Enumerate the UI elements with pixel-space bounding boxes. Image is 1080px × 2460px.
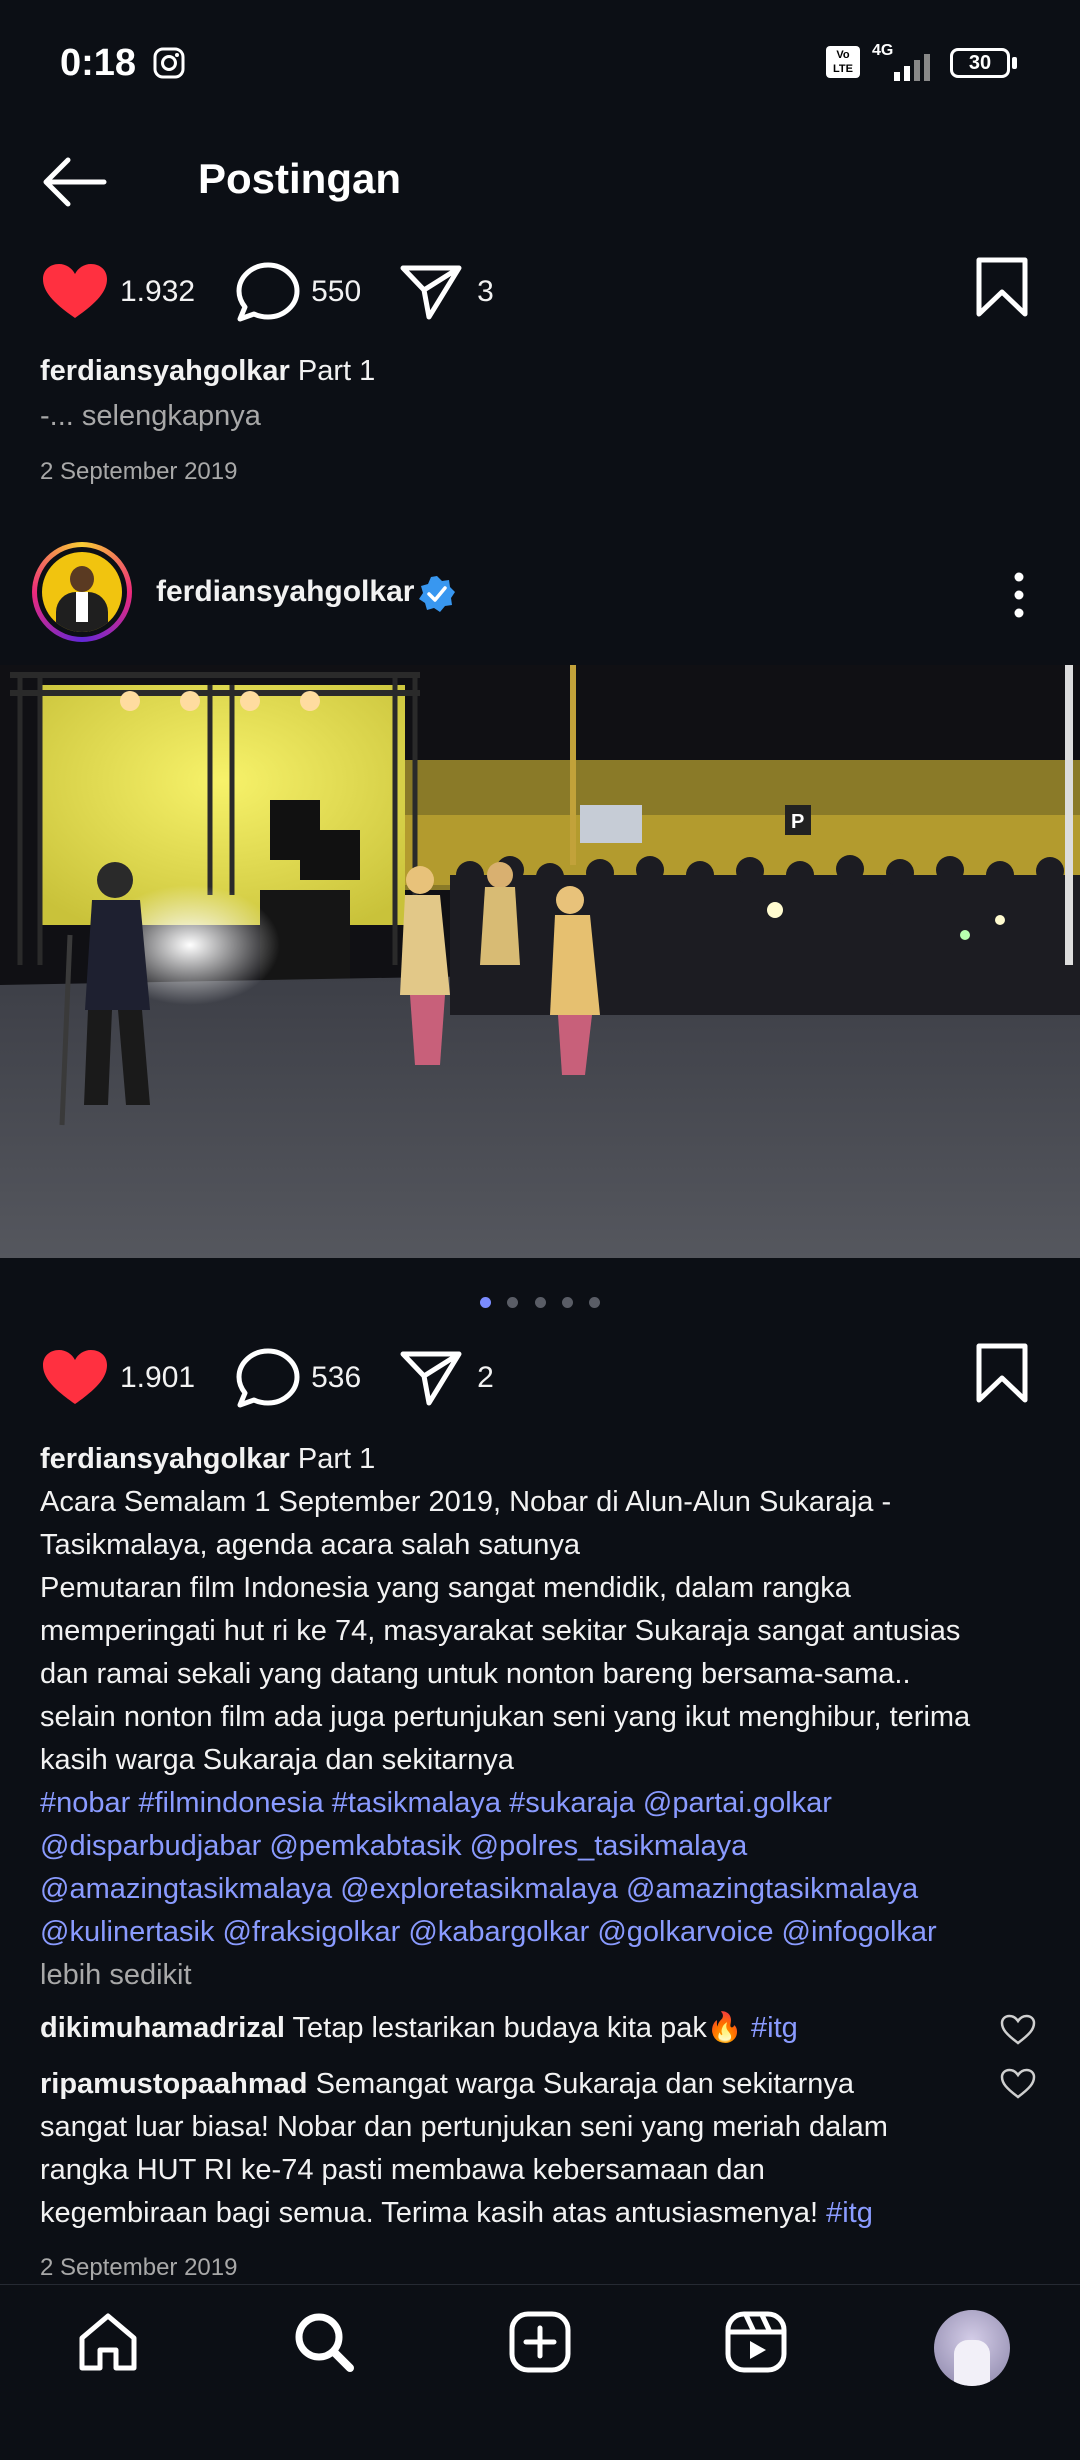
volte-icon: Vo LTE bbox=[826, 46, 860, 78]
caption-line: Pemutaran film Indonesia yang sangat men… bbox=[40, 1572, 851, 1604]
svg-text:P: P bbox=[791, 811, 804, 833]
caption-line: memperingati hut ri ke 74, masyarakat se… bbox=[40, 1615, 961, 1647]
avatar[interactable] bbox=[42, 552, 122, 632]
carousel-dot-2 bbox=[507, 1297, 519, 1308]
bookmark-icon[interactable] bbox=[974, 1342, 1030, 1404]
like-heart-icon[interactable] bbox=[40, 1348, 110, 1408]
profile-avatar[interactable] bbox=[934, 2310, 1010, 2386]
verified-badge-icon bbox=[419, 576, 455, 612]
comment-like-icon[interactable] bbox=[1000, 2068, 1036, 2100]
top-post-actions: 1.932 550 3 bbox=[40, 262, 494, 322]
top-post-caption: ferdiansyahgolkar Part 1 bbox=[40, 355, 375, 388]
comment-count[interactable]: 536 bbox=[311, 1361, 361, 1395]
search-icon[interactable] bbox=[292, 2310, 356, 2374]
carousel-dot-1 bbox=[479, 1297, 491, 1308]
comment-like-icon[interactable] bbox=[1000, 2014, 1036, 2046]
like-count[interactable]: 1.932 bbox=[120, 275, 195, 309]
comment-text: sangat luar biasa! Nobar dan pertunjukan… bbox=[40, 2111, 888, 2143]
event-photo: P bbox=[0, 665, 1080, 1258]
battery-level: 30 bbox=[968, 52, 992, 74]
hashtag-line[interactable]: @amazingtasikmalaya @exploretasikmalaya … bbox=[40, 1868, 1050, 1911]
comment-username[interactable]: ripamustopaahmad bbox=[40, 2068, 308, 2100]
status-time: 0:18 bbox=[60, 42, 137, 84]
battery-icon: 30 bbox=[950, 48, 1010, 78]
share-send-icon[interactable] bbox=[399, 263, 463, 321]
more-options-icon[interactable] bbox=[1004, 570, 1034, 620]
home-icon[interactable] bbox=[76, 2310, 140, 2374]
signal-icon bbox=[894, 54, 930, 81]
avatar-story-ring[interactable] bbox=[32, 542, 132, 642]
comment-hashtag[interactable]: #itg bbox=[826, 2197, 873, 2229]
share-count[interactable]: 3 bbox=[477, 275, 494, 309]
comment-text: kegembiraan bagi semua. Terima kasih ata… bbox=[40, 2197, 819, 2229]
share-send-icon[interactable] bbox=[399, 1349, 463, 1407]
caption-line: selain nonton film ada juga pertunjukan … bbox=[40, 1701, 971, 1733]
comment-text: Semangat warga Sukaraja dan sekitarnya bbox=[315, 2068, 854, 2100]
comment-text: rangka HUT RI ke-74 pasti membawa kebers… bbox=[40, 2154, 765, 2186]
hashtag-line[interactable]: #nobar #filmindonesia #tasikmalaya #suka… bbox=[40, 1782, 1050, 1825]
create-post-icon[interactable] bbox=[508, 2310, 572, 2374]
comment-username[interactable]: dikimuhamadrizal bbox=[40, 2012, 285, 2044]
caption-line: Tasikmalaya, agenda acara salah satunya bbox=[40, 1529, 581, 1561]
post-actions: 1.901 536 2 bbox=[40, 1348, 494, 1408]
see-more-link[interactable]: -... selengkapnya bbox=[40, 400, 261, 433]
see-less-link[interactable]: lebih sedikit bbox=[40, 1954, 1050, 1997]
comment-hashtag[interactable]: #itg bbox=[751, 2012, 798, 2044]
like-heart-icon[interactable] bbox=[40, 262, 110, 322]
comment-icon[interactable] bbox=[235, 1347, 301, 1409]
carousel-dot-5 bbox=[589, 1297, 601, 1308]
comment-item: dikimuhamadrizal Tetap lestarikan budaya… bbox=[40, 2007, 980, 2050]
bookmark-icon[interactable] bbox=[974, 256, 1030, 318]
page-title: Postingan bbox=[198, 155, 402, 202]
post-caption: ferdiansyahgolkar Part 1 Acara Semalam 1… bbox=[40, 1438, 1050, 1997]
battery-tip bbox=[1012, 57, 1017, 69]
post-date: 2 September 2019 bbox=[40, 2254, 238, 2281]
caption-text: Part 1 bbox=[297, 355, 376, 387]
comment-icon[interactable] bbox=[235, 261, 301, 323]
comment-count[interactable]: 550 bbox=[311, 275, 361, 309]
instagram-notification-icon bbox=[153, 47, 185, 79]
hashtag-line[interactable]: @disparbudjabar @pemkabtasik @polres_tas… bbox=[40, 1825, 1050, 1868]
comment-item: ripamustopaahmad Semangat warga Sukaraja… bbox=[40, 2063, 990, 2235]
caption-username[interactable]: ferdiansyahgolkar bbox=[40, 1443, 290, 1475]
post-date: 2 September 2019 bbox=[40, 458, 238, 485]
caption-username[interactable]: ferdiansyahgolkar bbox=[40, 355, 290, 387]
post-username[interactable]: ferdiansyahgolkar bbox=[156, 575, 414, 609]
carousel-dot-3 bbox=[534, 1297, 546, 1308]
caption-line: kasih warga Sukaraja dan sekitarnya bbox=[40, 1744, 514, 1776]
like-count[interactable]: 1.901 bbox=[120, 1361, 195, 1395]
comment-text: Tetap lestarikan budaya kita pak🔥 bbox=[292, 2012, 743, 2044]
caption-line: dan ramai sekali yang datang untuk nonto… bbox=[40, 1658, 911, 1690]
caption-title: Part 1 bbox=[297, 1443, 376, 1475]
carousel-dot-4 bbox=[561, 1297, 573, 1308]
back-arrow-icon[interactable] bbox=[42, 156, 108, 208]
share-count[interactable]: 2 bbox=[477, 1361, 494, 1395]
caption-line: Acara Semalam 1 September 2019, Nobar di… bbox=[40, 1486, 892, 1518]
hashtag-line[interactable]: @kulinertasik @fraksigolkar @kabargolkar… bbox=[40, 1911, 1050, 1954]
carousel-indicator bbox=[0, 1295, 1080, 1313]
post-media[interactable]: P bbox=[0, 665, 1080, 1258]
reels-icon[interactable] bbox=[724, 2310, 788, 2374]
